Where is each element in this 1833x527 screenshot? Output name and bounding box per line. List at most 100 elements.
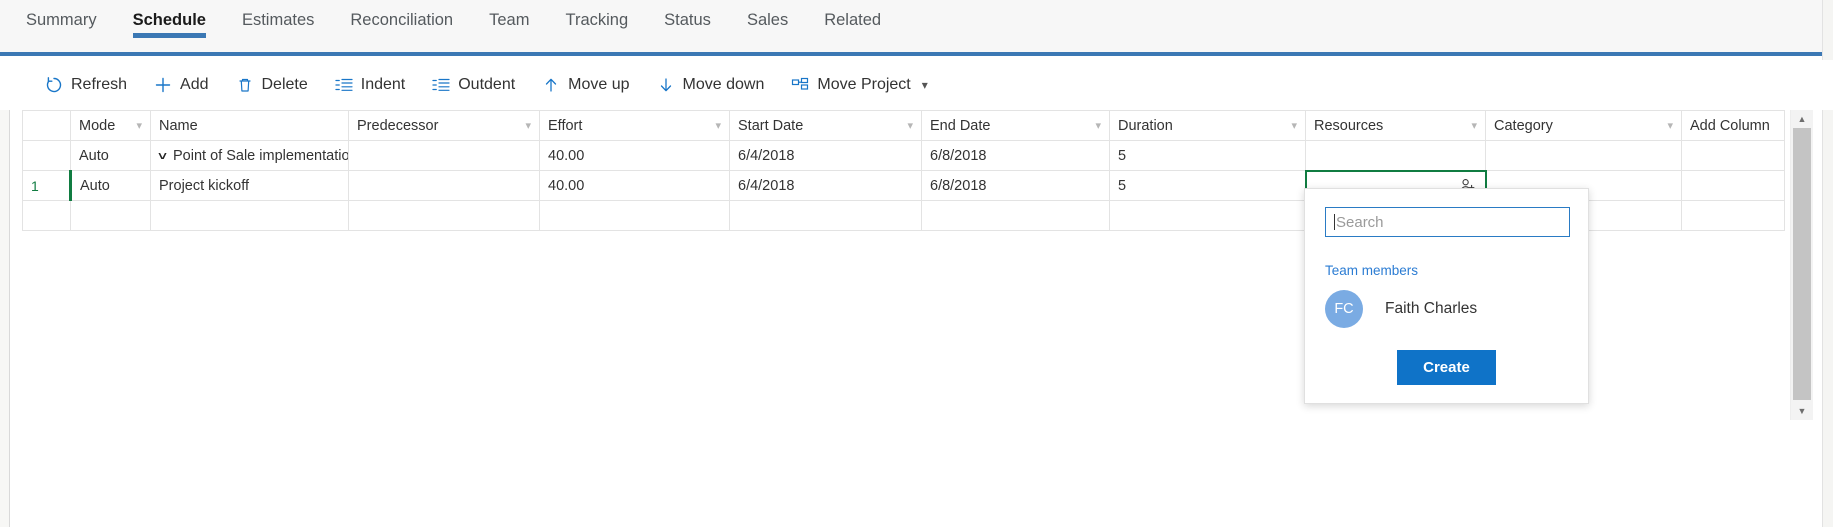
add-label: Add	[180, 76, 209, 93]
cell-duration[interactable]: 5	[1109, 140, 1306, 171]
cell-effort[interactable]: 40.00	[539, 170, 730, 201]
chevron-down-icon[interactable]: ▾	[1089, 119, 1101, 132]
cell-mode[interactable]: Auto	[70, 170, 151, 201]
cell-end-date[interactable]: 6/8/2018	[921, 170, 1110, 201]
move-down-button[interactable]: Move down	[656, 75, 765, 95]
chevron-down-icon[interactable]: ▾	[901, 119, 913, 132]
column-header-category[interactable]: Category ▾	[1485, 110, 1682, 141]
cell-add-column	[1681, 140, 1785, 171]
chevron-down-icon[interactable]: ▾	[1285, 119, 1297, 132]
column-header-name[interactable]: Name	[150, 110, 349, 141]
tab-status[interactable]: Status	[646, 0, 729, 52]
tab-reconciliation[interactable]: Reconciliation	[332, 0, 471, 52]
resource-picker-popup: Search Team members FC Faith Charles Cre…	[1304, 188, 1589, 404]
tab-reconciliation-label: Reconciliation	[350, 11, 454, 29]
refresh-button[interactable]: Refresh	[44, 75, 127, 95]
trash-icon	[235, 75, 255, 95]
chevron-down-icon[interactable]: ▾	[519, 119, 531, 132]
column-header-effort[interactable]: Effort ▾	[539, 110, 730, 141]
column-label-start-date: Start Date	[738, 117, 804, 134]
cell-predecessor[interactable]	[348, 170, 540, 201]
cell-resources[interactable]	[1305, 140, 1486, 171]
chevron-down-icon[interactable]: ▾	[130, 119, 142, 132]
cell-mode[interactable]: Auto	[70, 140, 151, 171]
row-number-cell: 1	[22, 170, 72, 201]
search-input[interactable]: Search	[1325, 207, 1570, 237]
column-label-predecessor: Predecessor	[357, 117, 439, 134]
cell-start-date[interactable]	[729, 200, 922, 231]
column-label-add-column: Add Column	[1690, 117, 1770, 134]
cell-name[interactable]: Project kickoff	[150, 170, 349, 201]
move-project-button[interactable]: Move Project ▾	[790, 75, 928, 95]
tab-sales[interactable]: Sales	[729, 0, 806, 52]
cell-start-date[interactable]: 6/4/2018	[729, 170, 922, 201]
cell-name-text: Point of Sale implementatio	[173, 147, 349, 164]
indent-label: Indent	[360, 76, 406, 93]
left-rail	[0, 60, 10, 527]
tab-summary-label: Summary	[26, 11, 97, 29]
tab-team-label: Team	[489, 11, 530, 29]
column-header-add-column[interactable]: Add Column	[1681, 110, 1785, 141]
cell-name[interactable]	[150, 200, 349, 231]
create-button[interactable]: Create	[1397, 350, 1496, 385]
command-bar: Refresh Add Delete Indent Outdent Move u…	[0, 60, 1833, 110]
indent-button[interactable]: Indent	[334, 75, 405, 95]
outdent-button[interactable]: Outdent	[431, 75, 515, 95]
cell-duration[interactable]	[1109, 200, 1306, 231]
cell-duration[interactable]: 5	[1109, 170, 1306, 201]
tab-tracking[interactable]: Tracking	[547, 0, 646, 52]
tab-schedule[interactable]: Schedule	[115, 0, 224, 52]
chevron-down-icon[interactable]: ▾	[1465, 119, 1477, 132]
move-up-label: Move up	[568, 76, 630, 93]
expand-collapse-icon[interactable]: ˅	[158, 149, 167, 163]
column-label-resources: Resources	[1314, 117, 1384, 134]
delete-button[interactable]: Delete	[235, 75, 308, 95]
text-caret	[1334, 214, 1335, 230]
scroll-down-icon[interactable]: ▼	[1791, 402, 1813, 420]
move-down-label: Move down	[682, 76, 765, 93]
indent-icon	[334, 75, 354, 95]
scrollbar-thumb[interactable]	[1793, 128, 1811, 400]
column-header-mode[interactable]: Mode ▾	[70, 110, 151, 141]
column-header-end-date[interactable]: End Date ▾	[921, 110, 1110, 141]
cell-predecessor[interactable]	[348, 200, 540, 231]
column-header-resources[interactable]: Resources ▾	[1305, 110, 1486, 141]
arrow-down-icon	[656, 75, 676, 95]
add-button[interactable]: Add	[153, 75, 209, 95]
cell-add-column	[1681, 200, 1785, 231]
column-label-end-date: End Date	[930, 117, 991, 134]
tab-status-label: Status	[664, 11, 711, 29]
tab-sales-label: Sales	[746, 11, 789, 29]
move-project-icon	[790, 75, 810, 95]
scroll-up-icon[interactable]: ▲	[1791, 110, 1813, 128]
tab-estimates[interactable]: Estimates	[224, 0, 332, 52]
column-label-duration: Duration	[1118, 117, 1173, 134]
cell-mode[interactable]	[70, 200, 151, 231]
cell-end-date[interactable]	[921, 200, 1110, 231]
list-item[interactable]: FC Faith Charles	[1325, 290, 1568, 328]
plus-icon	[153, 75, 173, 95]
tab-summary[interactable]: Summary	[8, 0, 115, 52]
move-up-button[interactable]: Move up	[541, 75, 630, 95]
tab-related[interactable]: Related	[806, 0, 899, 52]
avatar: FC	[1325, 290, 1363, 328]
cell-name[interactable]: ˅ Point of Sale implementatio	[150, 140, 349, 171]
cell-end-date[interactable]: 6/8/2018	[921, 140, 1110, 171]
cell-category[interactable]	[1485, 140, 1682, 171]
popup-actions: Create	[1325, 350, 1568, 385]
column-header-predecessor[interactable]: Predecessor ▾	[348, 110, 540, 141]
cell-start-date[interactable]: 6/4/2018	[729, 140, 922, 171]
chevron-down-icon[interactable]: ▾	[709, 119, 721, 132]
cell-add-column	[1681, 170, 1785, 201]
chevron-down-icon[interactable]: ▾	[1661, 119, 1673, 132]
cell-predecessor[interactable]	[348, 140, 540, 171]
tab-team[interactable]: Team	[471, 0, 547, 52]
column-header-start-date[interactable]: Start Date ▾	[729, 110, 922, 141]
vertical-scrollbar[interactable]: ▲ ▼	[1790, 110, 1813, 420]
table-header-row: Mode ▾ Name Predecessor ▾ Effort ▾ Start Da…	[22, 110, 1785, 141]
outdent-icon	[431, 75, 451, 95]
cell-effort[interactable]: 40.00	[539, 140, 730, 171]
cell-effort[interactable]	[539, 200, 730, 231]
column-header-duration[interactable]: Duration ▾	[1109, 110, 1306, 141]
table-row[interactable]: Auto ˅ Point of Sale implementatio 40.00 …	[22, 140, 1785, 171]
